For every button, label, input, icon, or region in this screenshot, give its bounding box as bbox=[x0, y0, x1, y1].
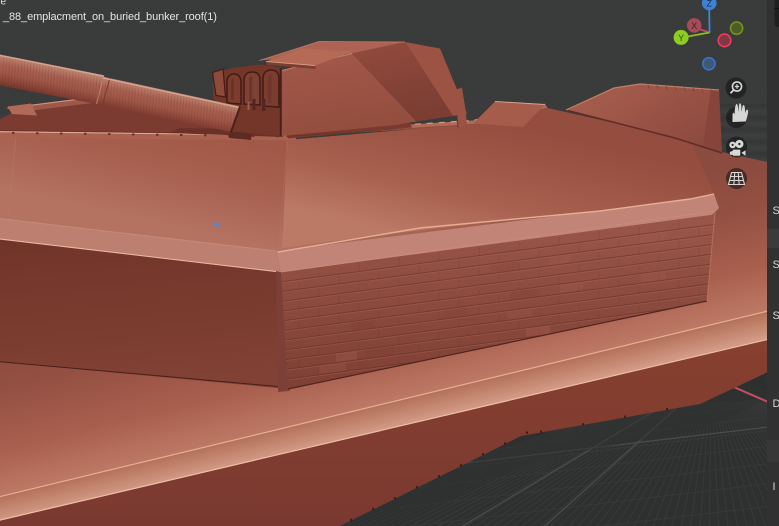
svg-text:Z: Z bbox=[706, 0, 712, 9]
svg-text:Y: Y bbox=[678, 33, 684, 43]
svg-text:D: D bbox=[773, 398, 779, 410]
svg-text:X: X bbox=[691, 21, 697, 31]
svg-text:S: S bbox=[773, 205, 779, 217]
svg-text:_88_emplacment_on_buried_bunke: _88_emplacment_on_buried_bunker_roof(1) bbox=[2, 11, 217, 23]
svg-text:e: e bbox=[1, 0, 7, 8]
svg-text:I: I bbox=[773, 481, 776, 493]
svg-text:S: S bbox=[773, 259, 779, 271]
svg-text:S: S bbox=[773, 310, 779, 322]
